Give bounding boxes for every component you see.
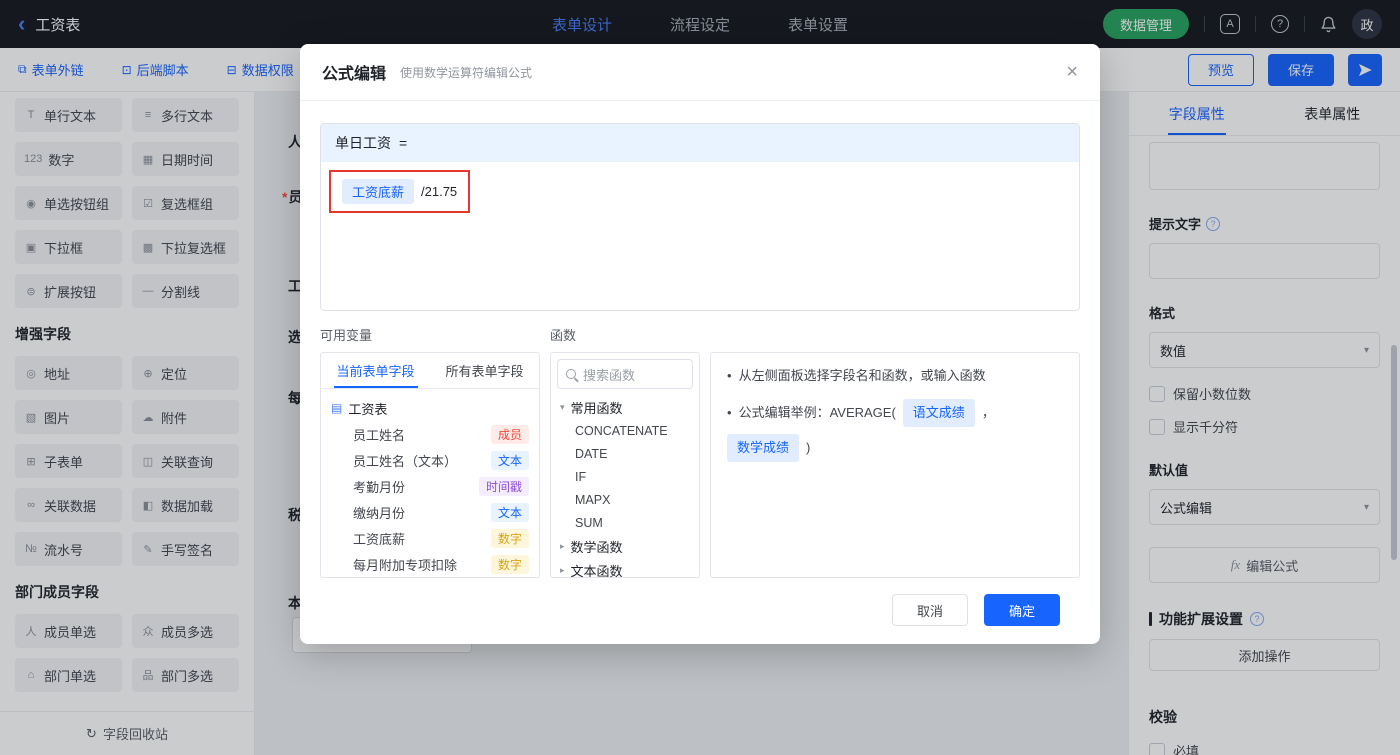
example-field-chip: 数学成绩 <box>727 434 800 462</box>
function-group-common[interactable]: ▾ 常用函数 <box>551 395 699 419</box>
tab-current-form-fields[interactable]: 当前表单字段 <box>321 353 430 388</box>
functions-panel: 搜索函数 ▾ 常用函数 CONCATENATE DATE IF MAPX SUM… <box>550 352 700 578</box>
search-placeholder: 搜索函数 <box>583 367 636 383</box>
modal-title: 公式编辑 <box>322 66 387 83</box>
tree-field[interactable]: 员工姓名 成员 <box>331 421 529 447</box>
help-text: ) <box>806 440 811 455</box>
field-type-tag: 文本 <box>490 450 529 470</box>
field-type-tag: 文本 <box>490 502 529 522</box>
field-type-tag: 数字 <box>490 554 529 574</box>
caret-right-icon: ▸ <box>560 540 565 551</box>
function-group-math[interactable]: ▸ 数学函数 <box>551 534 699 558</box>
field-type-tag: 时间戳 <box>478 476 529 496</box>
function-group-text[interactable]: ▸ 文本函数 <box>551 558 699 578</box>
caret-right-icon: ▸ <box>560 564 565 575</box>
function-item[interactable]: DATE <box>551 442 699 465</box>
document-icon: ▤ <box>331 401 343 415</box>
functions-label: 函数 <box>550 328 577 343</box>
formula-expression[interactable]: /21.75 <box>421 184 457 199</box>
cancel-button[interactable]: 取消 <box>892 594 968 626</box>
field-type-tag: 成员 <box>490 424 529 444</box>
tree-field[interactable]: 工资底薪 数字 <box>331 525 529 551</box>
tree-field[interactable]: 考勤月份 时间戳 <box>331 473 529 499</box>
field-type-tag: 数字 <box>490 528 529 548</box>
variables-panel: 当前表单字段 所有表单字段 ▤ 工资表 员工姓名 成员 员工姓名（文本） 文本 考勤… <box>320 352 540 578</box>
formula-edit-modal: 公式编辑 使用数学运算符编辑公式 × 单日工资 = 工资底薪 /21.75 可用… <box>300 44 1100 644</box>
formula-target-label: 单日工资 <box>335 135 391 151</box>
field-chip[interactable]: 工资底薪 <box>342 179 415 204</box>
bullet-icon: • <box>727 368 732 383</box>
app-screen: ‹ 工资表 表单设计 流程设定 表单设置 数据管理 A ? 政 ⧉ 表单外链 ⊡… <box>0 0 1400 755</box>
tree-root-label: 工资表 <box>348 401 388 417</box>
tree-field[interactable]: 缴纳月份 文本 <box>331 499 529 525</box>
caret-down-icon: ▾ <box>560 401 565 412</box>
formula-highlight-annotation: 工资底薪 /21.75 <box>329 170 471 213</box>
close-icon[interactable]: × <box>1066 62 1078 82</box>
tree-root-form[interactable]: ▤ 工资表 <box>331 395 529 421</box>
function-item[interactable]: SUM <box>551 511 699 534</box>
function-item[interactable]: IF <box>551 465 699 488</box>
formula-editor[interactable]: 单日工资 = 工资底薪 /21.75 <box>320 123 1080 311</box>
formula-help-panel: • 从左侧面板选择字段名和函数，或输入函数 • 公式编辑举例：AVERAGE( … <box>710 352 1080 578</box>
tree-field[interactable]: 员工姓名（文本） 文本 <box>331 447 529 473</box>
bullet-icon: • <box>727 405 732 420</box>
tab-all-form-fields[interactable]: 所有表单字段 <box>430 353 539 388</box>
example-field-chip: 语文成绩 <box>902 399 975 427</box>
function-item[interactable]: MAPX <box>551 488 699 511</box>
confirm-button[interactable]: 确定 <box>984 594 1060 626</box>
help-text: 从左侧面板选择字段名和函数，或输入函数 <box>738 368 986 383</box>
function-item[interactable]: CONCATENATE <box>551 419 699 442</box>
modal-subtitle: 使用数学运算符编辑公式 <box>400 65 533 80</box>
available-vars-label: 可用变量 <box>320 328 373 343</box>
help-text: 公式编辑举例：AVERAGE( <box>738 405 896 420</box>
search-icon <box>566 369 576 379</box>
equals-sign: = <box>399 135 408 151</box>
help-text: ， <box>981 405 995 420</box>
function-search-input[interactable]: 搜索函数 <box>557 359 693 389</box>
tree-field[interactable]: 每月附加专项扣除 数字 <box>331 551 529 577</box>
